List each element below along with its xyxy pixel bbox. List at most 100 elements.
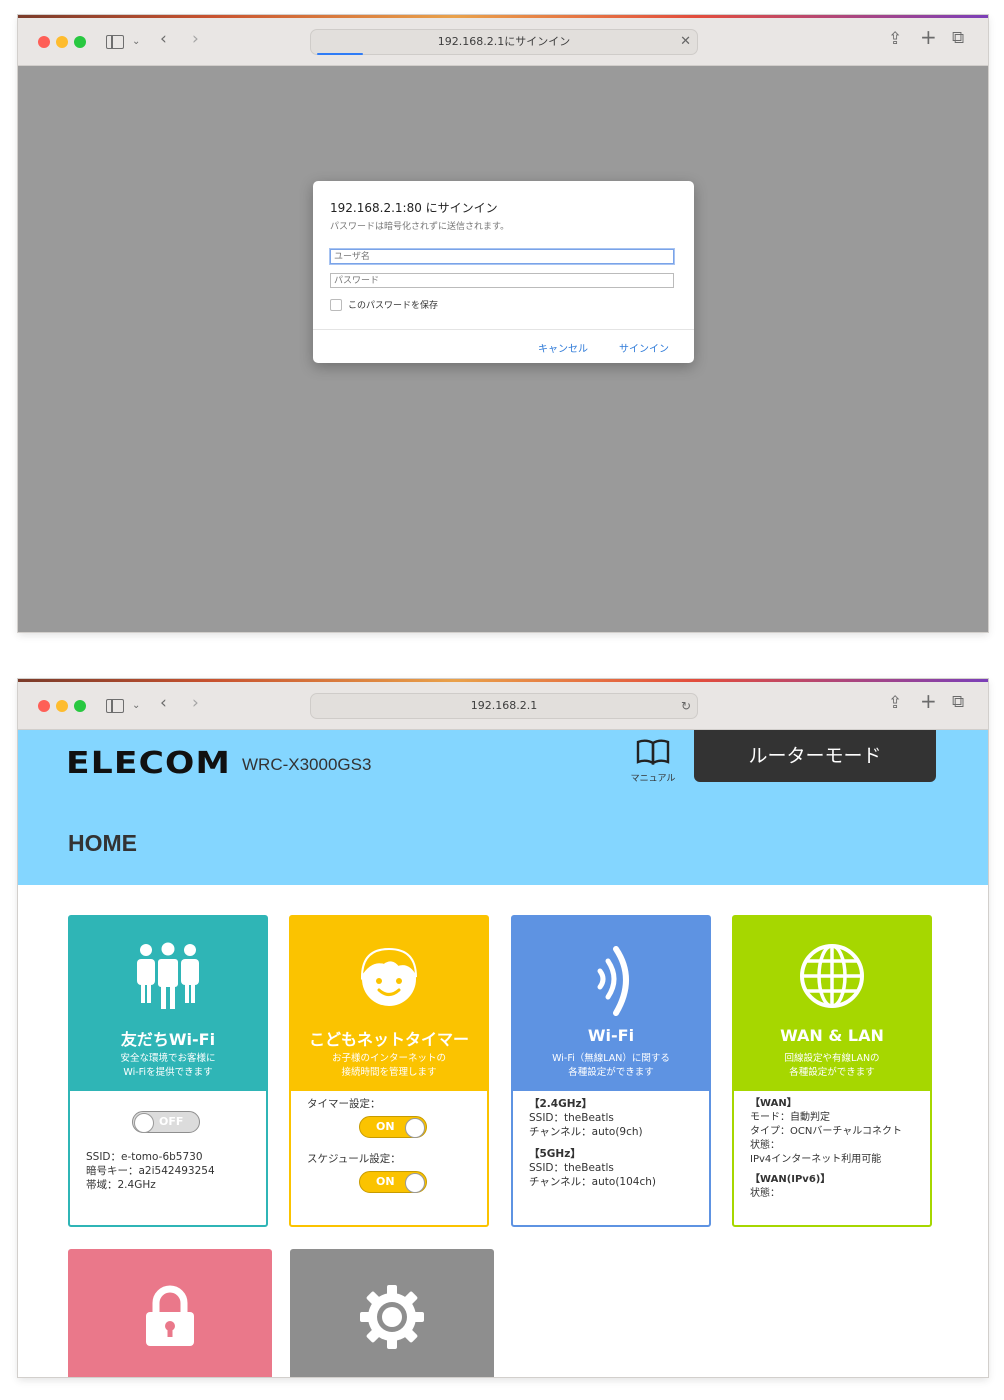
card-header: Wi-Fi Wi-Fi（無線LAN）に関する 各種設定ができます	[513, 917, 709, 1091]
toggle-knob	[405, 1172, 425, 1193]
band-24-heading: 【2.4GHz】	[529, 1098, 593, 1110]
forward-icon[interactable]: ›	[192, 695, 199, 712]
save-password-checkbox[interactable]	[330, 299, 342, 311]
desc-line: 各種設定ができます	[789, 1067, 875, 1078]
timer-label: タイマー設定：	[307, 1098, 381, 1110]
tab-overview-icon[interactable]: ⧉	[952, 30, 964, 47]
back-icon[interactable]: ‹	[160, 31, 167, 48]
address-bar[interactable]: 192.168.2.1 ↻	[310, 693, 698, 719]
close-window-button[interactable]	[38, 700, 50, 712]
minimize-window-button[interactable]	[56, 36, 68, 48]
save-password-label: このパスワードを保存	[348, 301, 439, 311]
window-accent	[18, 15, 988, 18]
card-settings[interactable]	[290, 1249, 494, 1377]
dialog-divider	[313, 329, 694, 330]
sidebar-icon[interactable]	[106, 35, 124, 49]
desc-line: お子様のインターネットの	[331, 1053, 446, 1064]
toggle-state: ON	[376, 1175, 395, 1188]
toggle-knob	[134, 1112, 154, 1133]
back-icon[interactable]: ‹	[160, 695, 167, 712]
desc-line: 各種設定ができます	[568, 1067, 654, 1078]
router-header: ELECOM WRC-X3000GS3 マニュアル ルーターモード HOME	[18, 730, 988, 885]
card-title: WAN & LAN	[780, 1026, 884, 1045]
zoom-window-button[interactable]	[74, 36, 86, 48]
page-title: HOME	[68, 830, 137, 856]
wan-status: IPv4インターネット利用可能	[750, 1154, 882, 1165]
wan6-status-label: 状態：	[750, 1188, 780, 1199]
signin-dialog: 192.168.2.1:80 にサインイン パスワードは暗号化されずに送信されま…	[313, 181, 694, 363]
card-description: 安全な環境でお客様に Wi-Fiを提供できます	[70, 1052, 266, 1080]
card-title: Wi-Fi	[587, 1026, 635, 1045]
globe-icon	[734, 941, 930, 1015]
people-icon	[70, 941, 266, 1015]
reload-icon[interactable]: ↻	[681, 694, 691, 718]
address-bar[interactable]: 192.168.2.1にサインイン ✕	[310, 29, 698, 55]
dialog-subtitle: パスワードは暗号化されずに送信されます。	[330, 222, 510, 232]
elecom-logo: ELECOM	[66, 746, 232, 781]
card-header: WAN & LAN 回線設定や有線LANの 各種設定ができます	[734, 917, 930, 1091]
window-accent	[18, 679, 988, 682]
tab-overview-icon[interactable]: ⧉	[952, 694, 964, 711]
schedule-label: スケジュール設定：	[307, 1153, 401, 1165]
wan6-heading: 【WAN(IPv6)】	[750, 1174, 831, 1185]
card-friends-wifi[interactable]: 友だちWi-Fi 安全な環境でお客様に Wi-Fiを提供できます OFF SSI…	[68, 915, 268, 1227]
cancel-button[interactable]: キャンセル	[538, 340, 588, 355]
card-description: 回線設定や有線LANの 各種設定ができます	[734, 1052, 930, 1080]
username-input[interactable]	[330, 249, 674, 264]
share-icon[interactable]: ⇪	[888, 695, 902, 712]
wan-status-label: 状態：	[750, 1140, 780, 1151]
card-body: タイマー設定： ON スケジュール設定： ON	[307, 1097, 477, 1193]
new-tab-icon[interactable]: +	[920, 691, 937, 711]
share-icon[interactable]: ⇪	[888, 31, 902, 48]
card-wan-lan[interactable]: WAN & LAN 回線設定や有線LANの 各種設定ができます 【WAN】 モー…	[732, 915, 932, 1227]
lock-icon	[146, 1285, 194, 1346]
gear-icon	[360, 1285, 424, 1349]
zoom-window-button[interactable]	[74, 700, 86, 712]
friends-wifi-toggle[interactable]: OFF	[132, 1111, 200, 1133]
card-header: こどもネットタイマー お子様のインターネットの 接続時間を管理します	[291, 917, 487, 1091]
stop-loading-icon[interactable]: ✕	[680, 30, 691, 54]
toggle-knob	[405, 1117, 425, 1138]
loading-progress	[317, 53, 363, 55]
key-text: 暗号キー：a2i542493254	[86, 1165, 215, 1177]
signin-button[interactable]: サインイン	[619, 340, 669, 355]
band-text: 帯域：2.4GHz	[86, 1179, 156, 1191]
browser-toolbar: ⌄ ‹ › 192.168.2.1にサインイン ✕ ⇪ + ⧉	[18, 15, 988, 66]
card-title: 友だちWi-Fi	[120, 1030, 216, 1049]
toggle-state: OFF	[159, 1115, 184, 1128]
card-kids-timer[interactable]: こどもネットタイマー お子様のインターネットの 接続時間を管理します タイマー設…	[289, 915, 489, 1227]
wifi-signal-icon	[513, 941, 709, 1016]
page-overlay: 192.168.2.1:80 にサインイン パスワードは暗号化されずに送信されま…	[18, 66, 988, 632]
desc-line: 接続時間を管理します	[341, 1067, 437, 1078]
card-header: 友だちWi-Fi 安全な環境でお客様に Wi-Fiを提供できます	[70, 917, 266, 1091]
model-name: WRC-X3000GS3	[242, 755, 372, 774]
manual-link[interactable]: マニュアル	[624, 738, 682, 784]
card-description: Wi-Fi（無線LAN）に関する 各種設定ができます	[513, 1052, 709, 1080]
desc-line: Wi-Fiを提供できます	[123, 1067, 213, 1078]
forward-icon[interactable]: ›	[192, 31, 199, 48]
card-description: お子様のインターネットの 接続時間を管理します	[291, 1052, 487, 1080]
chevron-down-icon[interactable]: ⌄	[132, 697, 140, 714]
schedule-toggle[interactable]: ON	[359, 1171, 427, 1193]
ssid-5: SSID：theBeatls	[529, 1162, 614, 1174]
desc-line: Wi-Fi（無線LAN）に関する	[552, 1053, 670, 1064]
password-input[interactable]	[330, 273, 674, 288]
minimize-window-button[interactable]	[56, 700, 68, 712]
new-tab-icon[interactable]: +	[920, 27, 937, 47]
dialog-title: 192.168.2.1:80 にサインイン	[330, 201, 498, 215]
book-icon	[636, 739, 670, 766]
address-text: 192.168.2.1にサインイン	[437, 35, 571, 48]
browser-window-router: ⌄ ‹ › 192.168.2.1 ↻ ⇪ + ⧉ ELECOM WRC-X30…	[18, 679, 988, 1377]
card-body: 【2.4GHz】 SSID：theBeatls チャンネル：auto(9ch) …	[529, 1097, 699, 1189]
chevron-down-icon[interactable]: ⌄	[132, 33, 140, 50]
close-window-button[interactable]	[38, 36, 50, 48]
child-face-icon	[291, 941, 487, 1015]
channel-24: チャンネル：auto(9ch)	[529, 1126, 643, 1138]
card-title: こどもネットタイマー	[308, 1030, 469, 1049]
sidebar-icon[interactable]	[106, 699, 124, 713]
card-body: 【WAN】 モード：自動判定 タイプ：OCNバーチャルコネクト 状態： IPv4…	[750, 1097, 920, 1209]
timer-toggle[interactable]: ON	[359, 1116, 427, 1138]
router-mode-badge: ルーターモード	[694, 730, 936, 782]
card-security[interactable]	[68, 1249, 272, 1377]
card-wifi[interactable]: Wi-Fi Wi-Fi（無線LAN）に関する 各種設定ができます 【2.4GHz…	[511, 915, 711, 1227]
